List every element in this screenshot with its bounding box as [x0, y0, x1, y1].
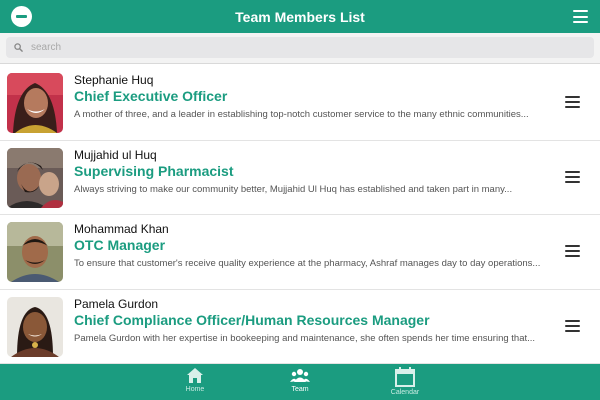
member-name: Stephanie Huq [74, 73, 154, 87]
search-bar [0, 33, 600, 64]
avatar [7, 73, 63, 133]
app-screen: Team Members List search Stephanie Huq C… [0, 0, 600, 400]
tab-label: Calendar [390, 389, 420, 396]
row-menu-icon[interactable] [565, 319, 580, 332]
list-item[interactable]: Stephanie Huq Chief Executive Officer A … [0, 66, 600, 141]
list-item[interactable]: Mujjahid ul Huq Supervising Pharmacist A… [0, 140, 600, 215]
member-description: Pamela Gurdon with her expertise in book… [74, 332, 536, 344]
member-role: Chief Executive Officer [74, 88, 228, 104]
tab-label: Team [291, 386, 309, 393]
search-box[interactable] [6, 37, 594, 58]
home-icon [187, 368, 203, 383]
team-list: Stephanie Huq Chief Executive Officer A … [0, 66, 600, 364]
calendar-icon [395, 367, 415, 387]
member-description: A mother of three, and a leader in estab… [74, 109, 529, 120]
search-icon [14, 43, 23, 52]
minus-circle-icon[interactable] [11, 6, 32, 27]
search-input[interactable] [31, 42, 571, 53]
row-menu-icon[interactable] [565, 170, 580, 183]
avatar [7, 296, 63, 357]
tab-team[interactable]: Team [270, 364, 330, 400]
row-menu-icon[interactable] [565, 96, 580, 108]
member-description: Always striving to make our community be… [74, 183, 513, 195]
bottom-tab-bar: Home Team Calendar [0, 364, 600, 400]
team-icon [290, 369, 310, 382]
list-item[interactable]: Pamela Gurdon Chief Compliance Officer/H… [0, 289, 600, 364]
member-role: OTC Manager [74, 237, 166, 253]
member-name: Mohammad Khan [74, 222, 169, 236]
avatar [7, 147, 63, 208]
member-role: Supervising Pharmacist [74, 162, 234, 179]
list-item[interactable]: Mohammad Khan OTC Manager To ensure that… [0, 215, 600, 290]
header-menu-icon[interactable] [573, 10, 588, 23]
member-role: Chief Compliance Officer/Human Resources… [74, 311, 430, 328]
member-name: Mujjahid ul Huq [74, 147, 157, 162]
member-description: To ensure that customer's receive qualit… [74, 258, 541, 269]
header-bar: Team Members List [0, 0, 600, 33]
avatar [7, 222, 63, 282]
row-menu-icon[interactable] [565, 245, 580, 257]
tab-calendar[interactable]: Calendar [375, 364, 435, 400]
member-name: Pamela Gurdon [74, 296, 159, 311]
tab-home[interactable]: Home [165, 364, 225, 400]
tab-label: Home [185, 386, 205, 393]
page-title: Team Members List [235, 8, 365, 25]
